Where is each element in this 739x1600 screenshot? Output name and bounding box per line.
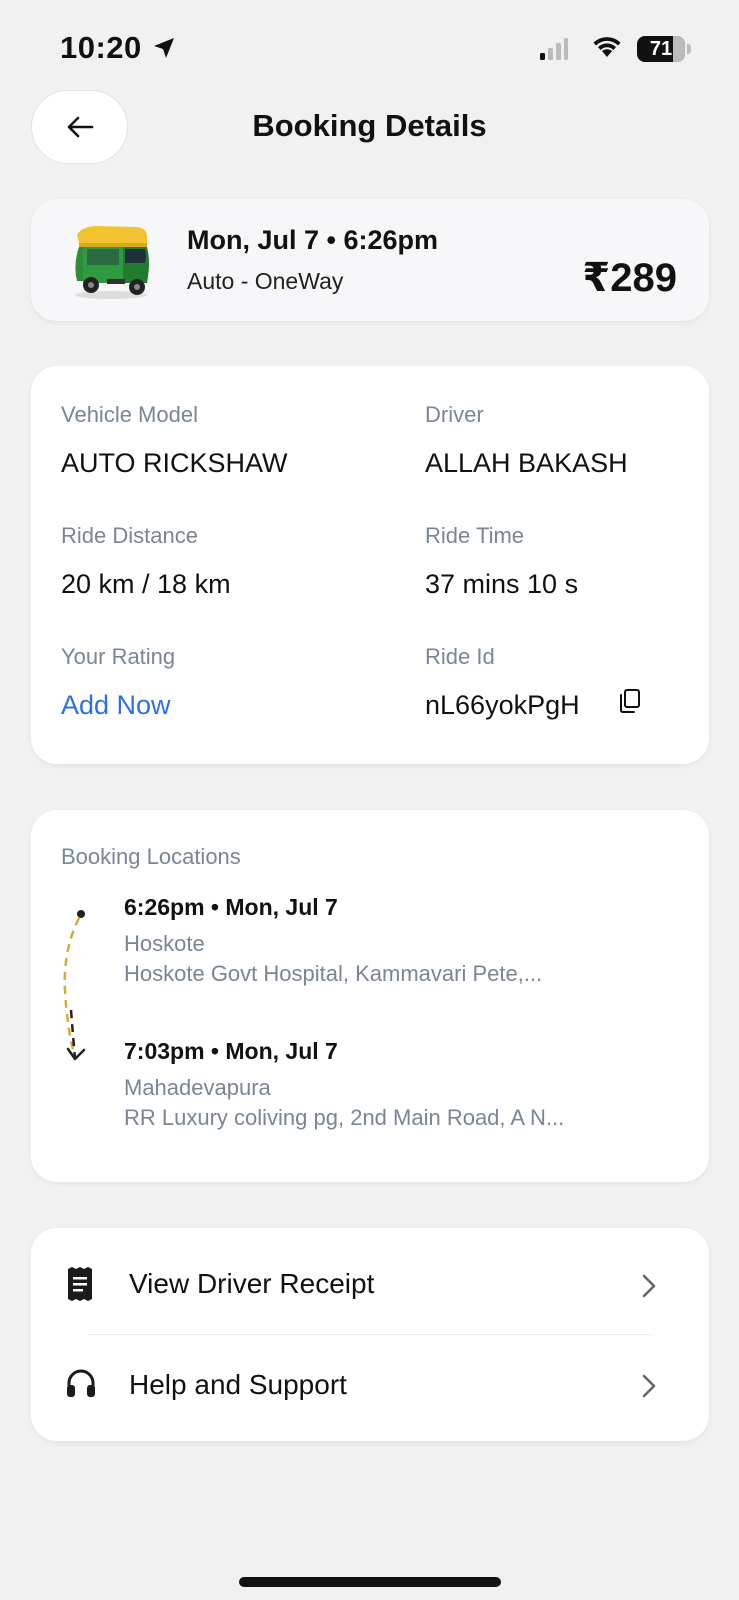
driver-label: Driver: [425, 402, 484, 427]
ride-details-card: Vehicle Model AUTO RICKSHAW Driver ALLAH…: [31, 366, 709, 764]
battery-nub: [687, 44, 691, 54]
headset-icon: [67, 1369, 95, 1397]
status-bar: 10:20 71: [0, 0, 739, 90]
your-rating-label: Your Rating: [61, 644, 176, 669]
view-driver-receipt-row[interactable]: View Driver Receipt: [31, 1236, 709, 1336]
battery-level: 71: [649, 38, 673, 60]
battery-icon: 71: [637, 36, 685, 62]
booking-summary-card: Mon, Jul 7 • 6:26pm Auto - OneWay ₹289: [31, 199, 709, 321]
receipt-icon: [68, 1267, 92, 1301]
drop-area: Mahadevapura: [124, 1075, 271, 1100]
chevron-right-icon: [642, 1374, 656, 1398]
driver-value: ALLAH BAKASH: [425, 448, 628, 478]
booking-date-time: Mon, Jul 7 • 6:26pm: [187, 225, 439, 255]
status-time: 10:20: [60, 30, 142, 65]
ride-distance-value: 20 km / 18 km: [61, 569, 231, 599]
pickup-address: Hoskote Govt Hospital, Kammavari Pete,..…: [124, 961, 543, 986]
ride-time-label: Ride Time: [425, 523, 525, 548]
auto-rickshaw-icon: [75, 226, 149, 299]
add-rating-link[interactable]: Add Now: [61, 690, 171, 721]
help-and-support-row[interactable]: Help and Support: [31, 1336, 709, 1436]
ride-type: Auto - OneWay: [187, 268, 344, 294]
page-title: Booking Details: [252, 108, 487, 143]
home-indicator: [239, 1577, 501, 1587]
cellular-signal-icon: [540, 38, 568, 60]
help-and-support-label: Help and Support: [129, 1369, 347, 1400]
ride-id-label: Ride Id: [425, 644, 495, 669]
route-path-icon: [63, 910, 86, 1061]
ride-time-value: 37 mins 10 s: [425, 569, 579, 599]
actions-card: View Driver Receipt Help and Support: [31, 1228, 709, 1441]
ride-price: ₹289: [582, 256, 677, 300]
location-arrow-icon: [154, 38, 174, 58]
copy-icon[interactable]: [618, 688, 642, 714]
pickup-area: Hoskote: [124, 931, 205, 956]
divider: [87, 1334, 653, 1335]
drop-time: 7:03pm • Mon, Jul 7: [124, 1038, 338, 1064]
drop-address: RR Luxury coliving pg, 2nd Main Road, A …: [124, 1105, 565, 1130]
wifi-icon: [593, 37, 621, 57]
view-driver-receipt-label: View Driver Receipt: [129, 1268, 375, 1299]
ride-distance-label: Ride Distance: [61, 523, 198, 548]
pickup-time: 6:26pm • Mon, Jul 7: [124, 894, 338, 920]
booking-locations-card: Booking Locations 6:26pm • Mon, Jul 7 Ho…: [31, 810, 709, 1182]
vehicle-model-value: AUTO RICKSHAW: [61, 448, 288, 478]
booking-locations-title: Booking Locations: [61, 844, 241, 869]
vehicle-model-label: Vehicle Model: [61, 402, 198, 427]
ride-id-value: nL66yokPgH: [425, 690, 580, 720]
chevron-right-icon: [642, 1274, 656, 1298]
